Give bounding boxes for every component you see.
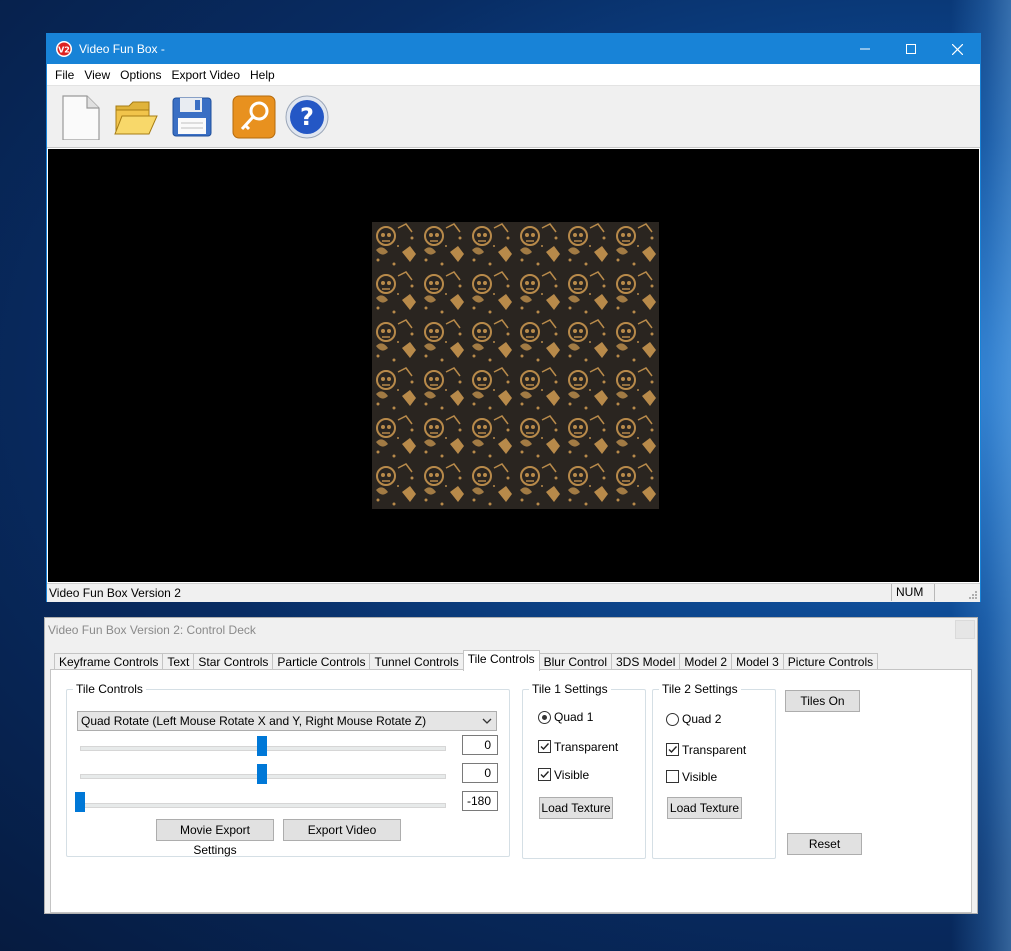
new-file-button[interactable] [57,94,103,141]
slider-y-value[interactable]: 0 [462,763,498,783]
tile1-visible-checkbox[interactable] [538,768,551,781]
num-lock-indicator: NUM [891,584,935,601]
slider-x-value[interactable]: 0 [462,735,498,755]
tile-texture-preview [372,222,659,509]
menu-export-video[interactable]: Export Video [167,68,246,82]
slider-y-thumb[interactable] [257,764,267,784]
slider-z-value[interactable]: -180 [462,791,498,811]
tiles-on-button[interactable]: Tiles On [785,690,860,712]
tile1-load-texture-button[interactable]: Load Texture [539,797,613,819]
tile2-transparent-label: Transparent [682,743,747,757]
minimize-icon [860,48,870,50]
app-logo-icon: V2 [55,40,73,58]
register-key-button[interactable] [231,94,277,140]
quad1-radio[interactable] [538,711,551,724]
tile2-visible-checkbox[interactable] [666,770,679,783]
chevron-down-icon [482,718,492,724]
tile1-visible-label: Visible [554,768,590,782]
tile2-load-texture-button[interactable]: Load Texture [667,797,742,819]
tile-controls-group: Tile Controls Quad Rotate (Left Mouse Ro… [66,682,510,857]
movie-export-settings-button[interactable]: Movie Export Settings [156,819,274,857]
menu-options[interactable]: Options [115,68,166,82]
tile1-transparent-label: Transparent [554,740,619,754]
menu-file[interactable]: File [50,68,79,82]
menu-view[interactable]: View [79,68,115,82]
slider-x-thumb[interactable] [257,736,267,756]
open-folder-icon [114,101,158,135]
deck-close-button[interactable] [955,620,975,639]
tile2-group-label: Tile 2 Settings [659,682,741,696]
menu-help[interactable]: Help [245,68,280,82]
quad2-label: Quad 2 [682,712,722,726]
tab-strip: Keyframe Controls Text Star Controls Par… [54,650,879,671]
maximize-button[interactable] [888,34,934,64]
reset-button[interactable]: Reset [787,833,862,855]
tile-controls-group-label: Tile Controls [73,682,146,696]
tile2-transparent-checkbox[interactable] [666,743,679,756]
export-video-button[interactable]: Export Video [283,819,401,841]
control-deck-window: Video Fun Box Version 2: Control Deck Ke… [44,617,978,914]
tile1-settings-group: Tile 1 Settings Quad 1 Transparent Visib… [522,682,646,859]
svg-text:?: ? [300,103,314,131]
tile1-transparent-checkbox[interactable] [538,740,551,753]
help-button[interactable]: ? [284,94,330,140]
tile-mode-select[interactable]: Quad Rotate (Left Mouse Rotate X and Y, … [77,711,497,731]
slider-z-track[interactable] [80,803,446,808]
slider-z-thumb[interactable] [75,792,85,812]
status-bar: Video Fun Box Version 2 NUM [47,583,980,602]
title-bar[interactable]: V2 Video Fun Box - [47,34,980,64]
tile1-group-label: Tile 1 Settings [529,682,611,696]
tab-tile-controls[interactable]: Tile Controls [462,650,540,671]
quad1-label: Quad 1 [554,710,594,724]
resize-grip-icon[interactable] [968,590,978,600]
close-icon [951,43,963,55]
render-viewport[interactable] [48,149,979,582]
open-file-button[interactable] [113,94,159,140]
toolbar: ? [47,85,980,148]
help-icon: ? [285,95,329,139]
tile-mode-selected: Quad Rotate (Left Mouse Rotate X and Y, … [81,714,427,728]
save-disk-icon [172,97,212,137]
window-title: Video Fun Box - [79,42,165,56]
tile2-settings-group: Tile 2 Settings Quad 2 Transparent Visib… [652,682,776,859]
quad2-radio[interactable] [666,713,679,726]
close-button[interactable] [934,34,980,64]
minimize-button[interactable] [842,34,888,64]
tile2-visible-label: Visible [682,770,718,784]
maximize-icon [906,44,916,54]
deck-title: Video Fun Box Version 2: Control Deck [48,623,256,637]
tile-controls-page: Tile Controls Quad Rotate (Left Mouse Ro… [50,669,972,913]
key-icon [232,95,276,139]
svg-text:V2: V2 [58,46,70,55]
new-file-icon [62,95,100,141]
status-text: Video Fun Box Version 2 [49,586,181,600]
menu-bar: File View Options Export Video Help [47,64,980,85]
main-window: V2 Video Fun Box - File View Options Exp… [46,33,981,602]
save-button[interactable] [169,94,215,140]
